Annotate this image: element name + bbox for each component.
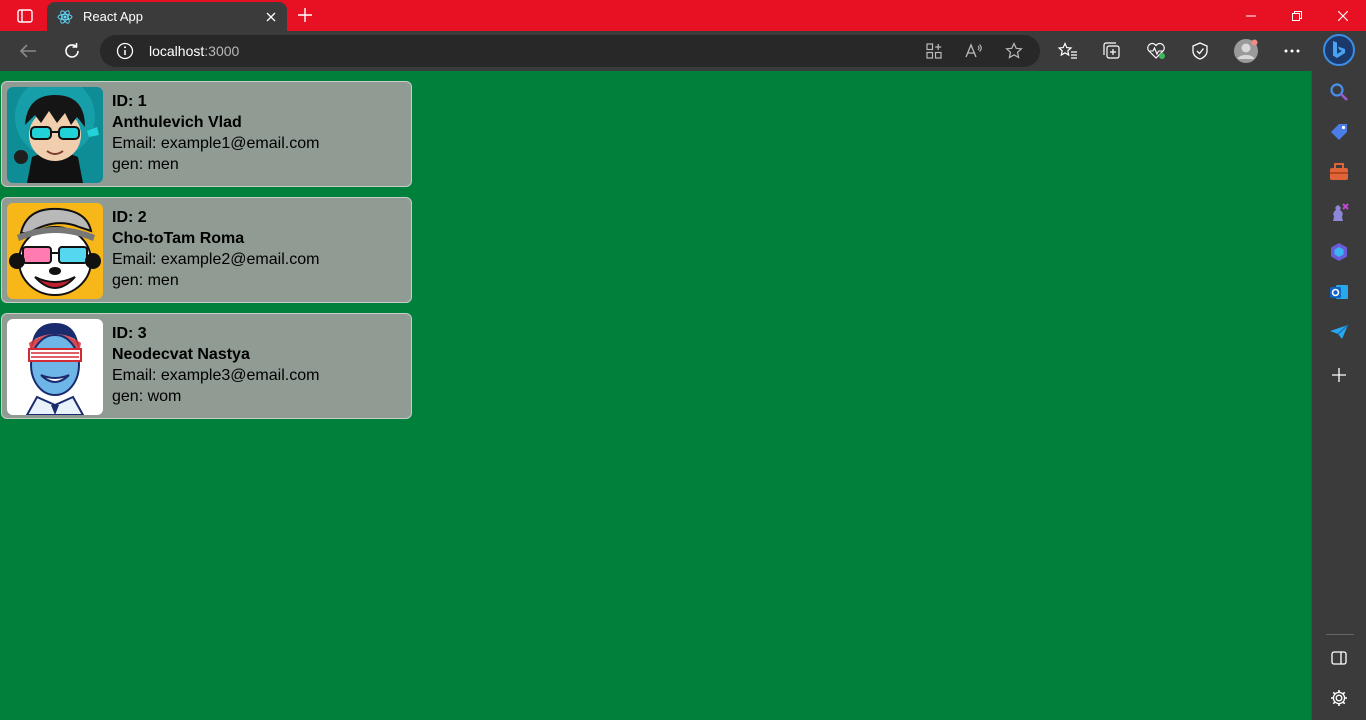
app-available-icon[interactable] — [924, 41, 944, 61]
shopping-tag-icon — [1331, 124, 1347, 140]
chess-piece-icon — [1333, 203, 1349, 221]
user-card: ID: 2 Cho-toTam Roma Email: example2@ema… — [1, 197, 412, 303]
minimize-icon — [1246, 15, 1256, 16]
close-icon — [1338, 10, 1348, 21]
site-info-icon[interactable] — [116, 42, 134, 60]
sidebar-office-button[interactable] — [1328, 241, 1350, 263]
extensions-button[interactable] — [1186, 37, 1214, 65]
favorites-button[interactable] — [1054, 37, 1082, 65]
outlook-icon — [1330, 285, 1348, 299]
user-info: ID: 1 Anthulevich Vlad Email: example1@e… — [112, 91, 319, 186]
user-avatar — [7, 319, 103, 415]
sidebar-outlook-button[interactable] — [1328, 281, 1350, 303]
paper-plane-icon — [1330, 324, 1349, 339]
sidebar-add-button[interactable] — [1328, 364, 1350, 386]
user-info: ID: 2 Cho-toTam Roma Email: example2@ema… — [112, 207, 319, 302]
browser-toolbar: localhost:3000 — [0, 31, 1366, 71]
browser-essentials-button[interactable] — [1142, 37, 1170, 65]
user-id: ID: 1 — [112, 93, 147, 110]
page-content: ID: 1 Anthulevich Vlad Email: example1@e… — [0, 71, 1311, 720]
favorite-star-icon[interactable] — [1004, 41, 1024, 61]
user-avatar — [7, 87, 103, 183]
tab-actions-button[interactable] — [10, 7, 40, 25]
refresh-button[interactable] — [58, 37, 86, 65]
tab-actions-icon — [17, 9, 33, 23]
toolbox-icon — [1330, 163, 1348, 180]
user-gender: gen: men — [112, 156, 179, 173]
profile-button[interactable] — [1232, 37, 1260, 65]
minimize-button[interactable] — [1228, 0, 1274, 31]
user-gender: gen: wom — [112, 388, 182, 405]
url-host: localhost — [149, 43, 205, 59]
user-card: ID: 3 Neodecvat Nastya Email: example3@e… — [1, 313, 412, 419]
read-aloud-icon[interactable] — [964, 41, 984, 61]
sidebar-panel-icon — [1331, 651, 1347, 665]
back-arrow-icon — [19, 44, 36, 58]
sidebar-search-button[interactable] — [1328, 81, 1350, 103]
close-window-button[interactable] — [1320, 0, 1366, 31]
settings-and-more-button[interactable] — [1278, 37, 1306, 65]
bing-logo-icon — [1333, 41, 1345, 58]
plus-icon — [1332, 368, 1346, 382]
collections-button[interactable] — [1098, 37, 1126, 65]
user-avatar — [7, 203, 103, 299]
refresh-icon — [65, 43, 79, 58]
search-icon — [1330, 83, 1348, 101]
title-bar: React App — [0, 0, 1366, 31]
react-logo-icon — [57, 9, 73, 25]
user-gender: gen: men — [112, 272, 179, 289]
user-info: ID: 3 Neodecvat Nastya Email: example3@e… — [112, 323, 319, 418]
user-name: Anthulevich Vlad — [112, 114, 242, 131]
user-email: Email: example1@email.com — [112, 135, 320, 152]
back-button[interactable] — [14, 37, 42, 65]
heart-pulse-icon — [1147, 42, 1165, 59]
url-port: :3000 — [204, 43, 240, 59]
user-name: Neodecvat Nastya — [112, 346, 250, 363]
user-name: Cho-toTam Roma — [112, 230, 245, 247]
window-controls — [1228, 0, 1366, 31]
sidebar-divider — [1326, 634, 1354, 635]
restore-icon — [1292, 10, 1302, 21]
bing-copilot-button[interactable] — [1323, 34, 1355, 66]
user-id: ID: 2 — [112, 209, 147, 226]
favorites-icon — [1058, 42, 1077, 59]
user-id: ID: 3 — [112, 325, 147, 342]
microsoft-365-icon — [1331, 243, 1347, 261]
sidebar-tools-button[interactable] — [1328, 161, 1350, 183]
user-email: Email: example3@email.com — [112, 367, 320, 384]
sidebar-games-button[interactable] — [1328, 201, 1350, 223]
user-card: ID: 1 Anthulevich Vlad Email: example1@e… — [1, 81, 412, 187]
profile-avatar-icon — [1234, 39, 1258, 63]
close-tab-icon[interactable] — [263, 9, 279, 25]
address-bar[interactable]: localhost:3000 — [100, 35, 1040, 67]
new-tab-button[interactable] — [294, 4, 316, 26]
sidebar-shopping-button[interactable] — [1328, 121, 1350, 143]
more-dots-icon — [1284, 49, 1300, 53]
user-email: Email: example2@email.com — [112, 251, 320, 268]
collections-icon — [1103, 42, 1120, 59]
restore-button[interactable] — [1274, 0, 1320, 31]
sidebar-settings-button[interactable] — [1328, 687, 1350, 709]
gear-icon — [1331, 690, 1347, 706]
plus-icon — [298, 8, 312, 22]
shield-icon — [1192, 42, 1208, 60]
browser-tab[interactable]: React App — [47, 2, 287, 31]
tab-title: React App — [83, 9, 143, 24]
edge-sidebar — [1311, 71, 1366, 720]
sidebar-hide-button[interactable] — [1328, 647, 1350, 669]
sidebar-drop-button[interactable] — [1328, 321, 1350, 343]
